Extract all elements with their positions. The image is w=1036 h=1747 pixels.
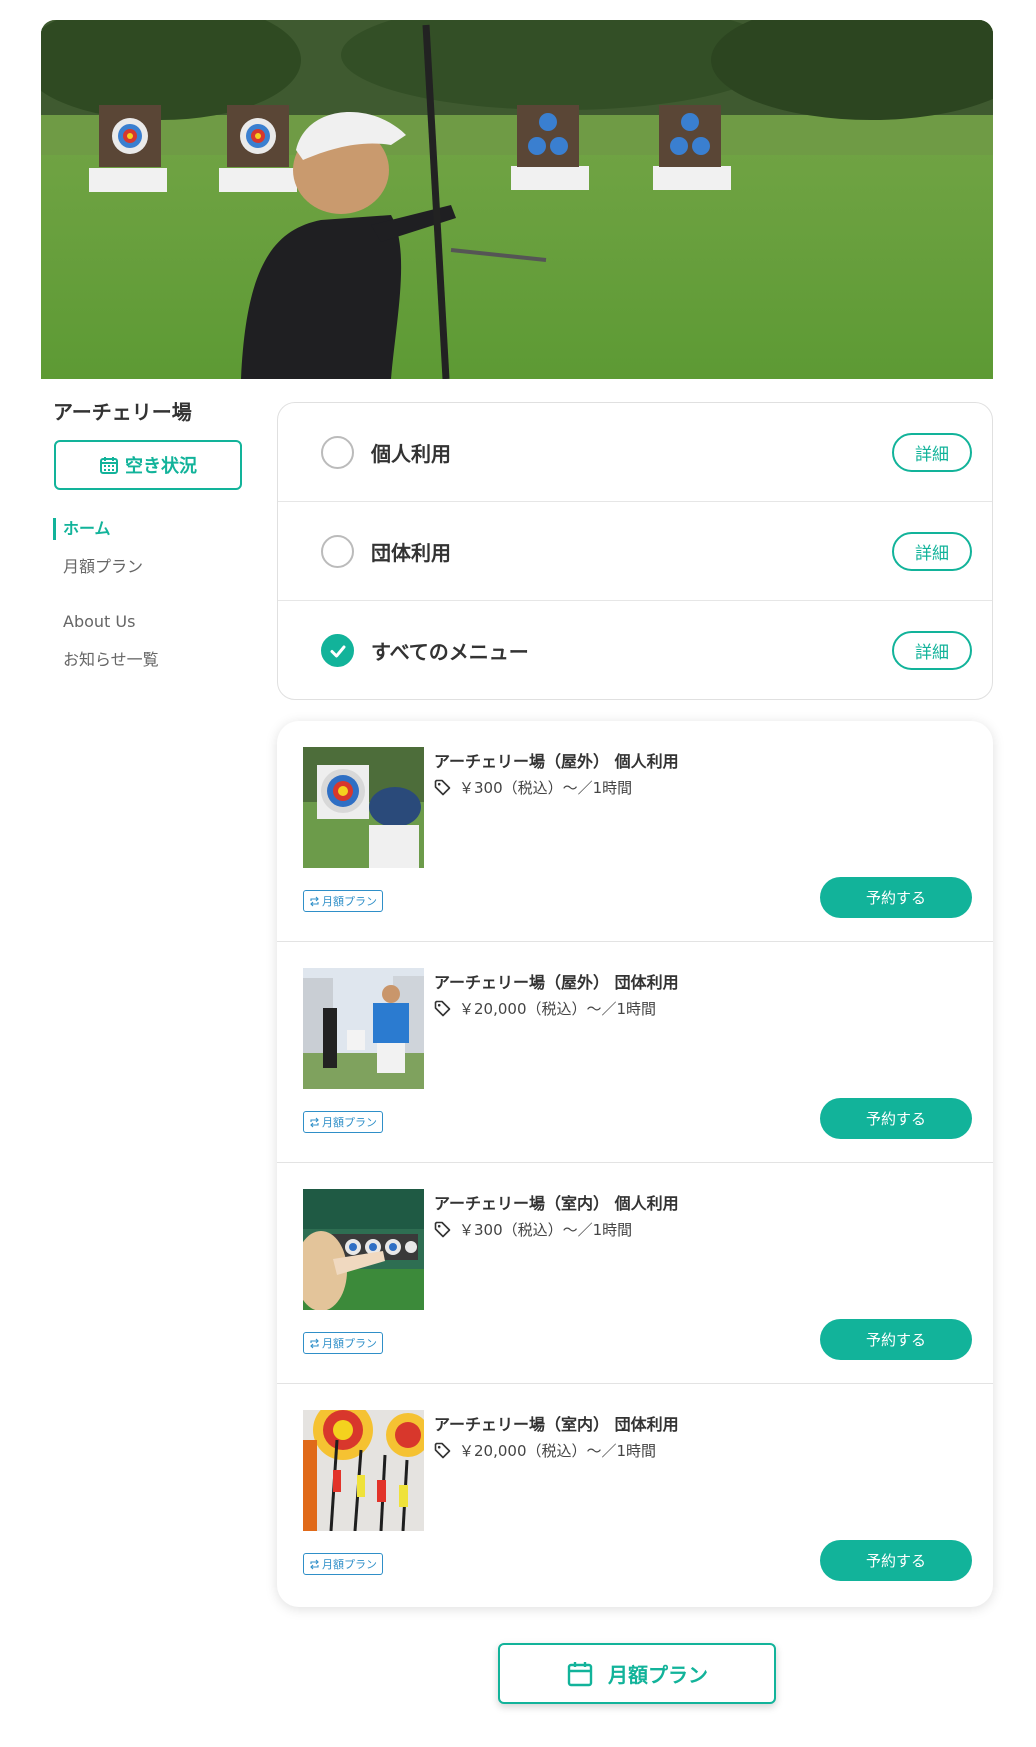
monthly-plan-label: 月額プラン bbox=[608, 1663, 708, 1687]
plan-thumbnail[interactable] bbox=[303, 747, 424, 868]
list-item: アーチェリー場（室内） 団体利用 ￥20,000（税込）〜／1時間 月額プラン … bbox=[277, 1384, 993, 1605]
archery-field-photo bbox=[41, 20, 993, 379]
plan-price: ￥300（税込）〜／1時間 bbox=[434, 1219, 632, 1240]
facility-name: アーチェリー場 bbox=[53, 400, 192, 424]
availability-button[interactable]: 空き状況 bbox=[54, 440, 242, 490]
list-item: アーチェリー場（屋外） 団体利用 ￥20,000（税込）〜／1時間 月額プラン … bbox=[277, 942, 993, 1163]
tag-icon bbox=[434, 779, 451, 796]
menu-filter: 個人利用 詳細 団体利用 詳細 すべてのメニュー 詳細 bbox=[277, 402, 993, 700]
archery-thumbnail-image bbox=[303, 747, 424, 868]
detail-button[interactable]: 詳細 bbox=[892, 531, 972, 571]
nav-item-monthly-plan[interactable]: 月額プラン bbox=[53, 554, 253, 592]
hero-image bbox=[41, 20, 993, 379]
list-item: アーチェリー場（室内） 個人利用 ￥300（税込）〜／1時間 月額プラン 予約す… bbox=[277, 1163, 993, 1384]
radio-button[interactable] bbox=[321, 435, 354, 469]
detail-button[interactable]: 詳細 bbox=[892, 432, 972, 472]
calendar-icon bbox=[100, 457, 118, 474]
radio-button-checked[interactable] bbox=[321, 634, 354, 667]
plan-list: アーチェリー場（屋外） 個人利用 ￥300（税込）〜／1時間 月額プラン 予約す… bbox=[277, 721, 993, 1607]
archery-thumbnail-image bbox=[303, 1189, 424, 1310]
sidebar-nav: ホーム 月額プラン About Us お知らせ一覧 bbox=[53, 516, 253, 685]
plan-price-text: ￥20,000（税込）〜／1時間 bbox=[459, 1442, 657, 1460]
list-item: アーチェリー場（屋外） 個人利用 ￥300（税込）〜／1時間 月額プラン 予約す… bbox=[277, 721, 993, 942]
tag-icon bbox=[434, 1221, 451, 1238]
plan-title: アーチェリー場（屋外） 団体利用 bbox=[434, 973, 679, 992]
nav-item-news-list[interactable]: お知らせ一覧 bbox=[53, 647, 253, 685]
plan-price-text: ￥300（税込）〜／1時間 bbox=[459, 1221, 633, 1239]
plan-thumbnail[interactable] bbox=[303, 1410, 424, 1531]
plan-price-text: ￥300（税込）〜／1時間 bbox=[459, 779, 633, 797]
menu-option-all[interactable]: すべてのメニュー 詳細 bbox=[278, 601, 992, 700]
check-icon bbox=[330, 645, 345, 657]
tag-icon bbox=[434, 1000, 451, 1017]
tag-icon bbox=[434, 1442, 451, 1459]
plan-price: ￥300（税込）〜／1時間 bbox=[434, 777, 632, 798]
sidebar: アーチェリー場 空き状況 ホーム 月額プラン About Us お知らせ一覧 bbox=[53, 398, 253, 685]
plan-price: ￥20,000（税込）〜／1時間 bbox=[434, 1440, 656, 1461]
calendar-icon bbox=[567, 1661, 593, 1686]
repeat-icon bbox=[310, 896, 319, 906]
plan-thumbnail[interactable] bbox=[303, 968, 424, 1089]
plan-price-text: ￥20,000（税込）〜／1時間 bbox=[459, 1000, 657, 1018]
nav-item-about-us[interactable]: About Us bbox=[53, 609, 253, 647]
plan-thumbnail[interactable] bbox=[303, 1189, 424, 1310]
nav-item-home[interactable]: ホーム bbox=[53, 516, 253, 554]
reserve-button[interactable]: 予約する bbox=[820, 877, 972, 918]
plan-title: アーチェリー場（屋外） 個人利用 bbox=[434, 752, 679, 771]
badge-label: 月額プラン bbox=[322, 1116, 377, 1129]
reserve-button[interactable]: 予約する bbox=[820, 1098, 972, 1139]
repeat-icon bbox=[310, 1559, 319, 1569]
menu-option-label: すべてのメニュー bbox=[371, 640, 529, 664]
monthly-plan-button[interactable]: 月額プラン bbox=[498, 1643, 776, 1704]
archery-thumbnail-image bbox=[303, 968, 424, 1089]
monthly-plan-badge: 月額プラン bbox=[303, 1111, 383, 1133]
menu-option-individual[interactable]: 個人利用 詳細 bbox=[278, 403, 992, 502]
radio-button[interactable] bbox=[321, 534, 354, 568]
monthly-plan-badge: 月額プラン bbox=[303, 1332, 383, 1354]
plan-title: アーチェリー場（室内） 団体利用 bbox=[434, 1415, 679, 1434]
monthly-plan-badge: 月額プラン bbox=[303, 890, 383, 912]
detail-button[interactable]: 詳細 bbox=[892, 631, 972, 670]
menu-option-label: 個人利用 bbox=[371, 441, 451, 466]
plan-price: ￥20,000（税込）〜／1時間 bbox=[434, 998, 656, 1019]
menu-option-label: 団体利用 bbox=[371, 540, 451, 565]
availability-label: 空き状況 bbox=[125, 456, 197, 477]
menu-option-group[interactable]: 団体利用 詳細 bbox=[278, 502, 992, 601]
repeat-icon bbox=[310, 1117, 319, 1127]
reserve-button[interactable]: 予約する bbox=[820, 1319, 972, 1360]
monthly-plan-badge: 月額プラン bbox=[303, 1553, 383, 1575]
badge-label: 月額プラン bbox=[322, 1337, 377, 1350]
repeat-icon bbox=[310, 1338, 319, 1348]
badge-label: 月額プラン bbox=[322, 895, 377, 908]
archery-thumbnail-image bbox=[303, 1410, 424, 1531]
badge-label: 月額プラン bbox=[322, 1558, 377, 1571]
reserve-button[interactable]: 予約する bbox=[820, 1540, 972, 1581]
plan-title: アーチェリー場（室内） 個人利用 bbox=[434, 1194, 679, 1213]
